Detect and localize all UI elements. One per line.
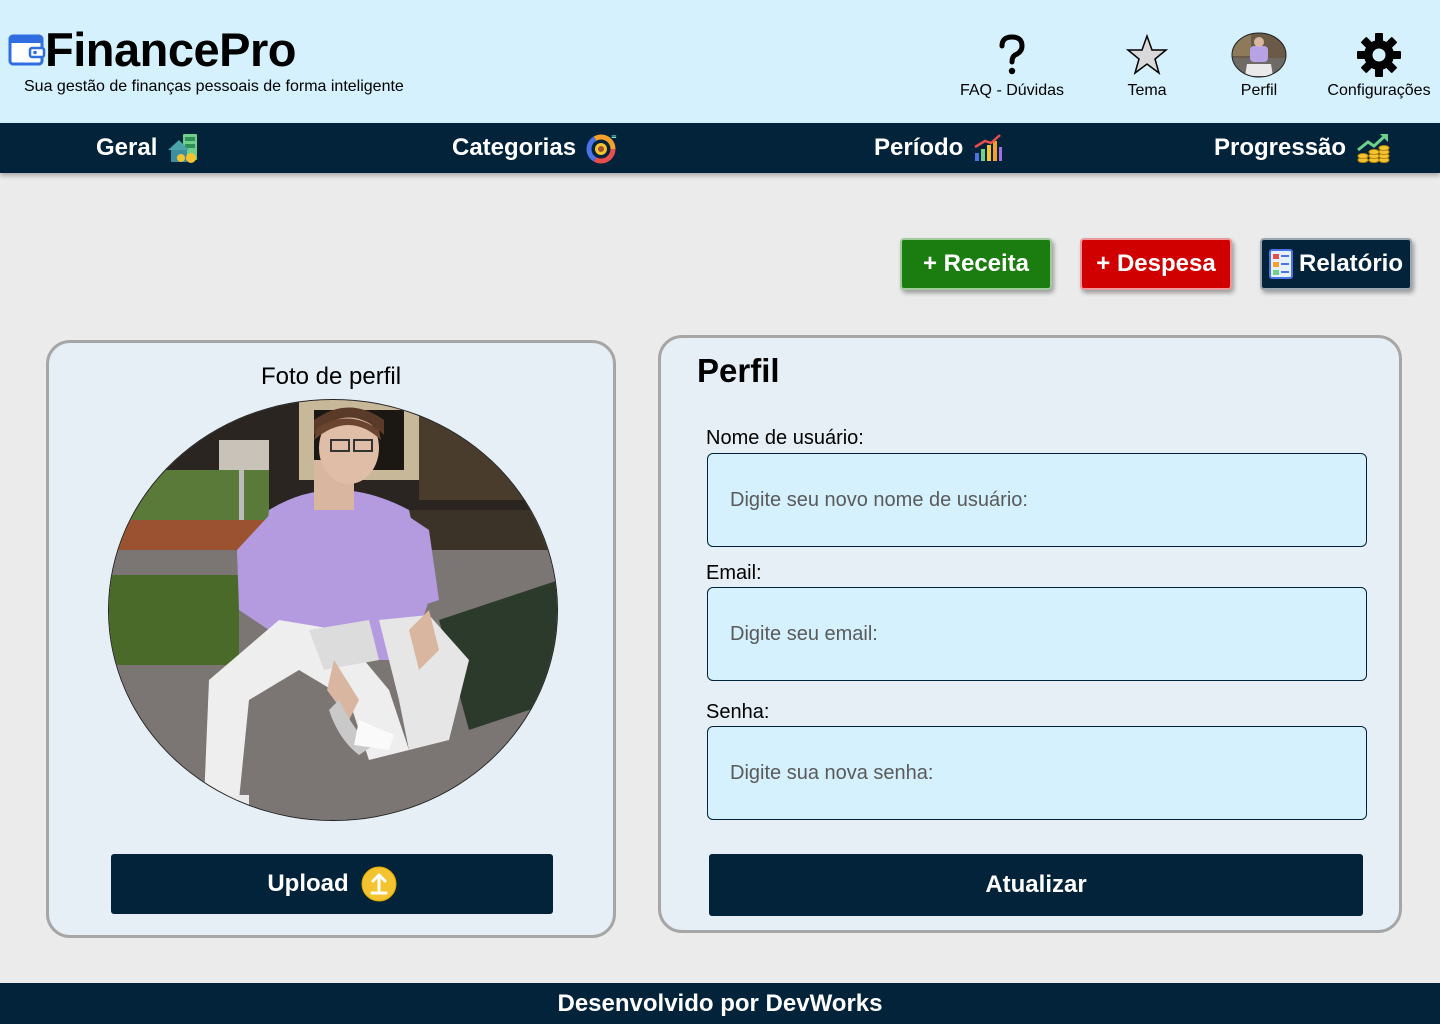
nav-item-periodo[interactable]: Período	[874, 123, 1003, 173]
photo-card-title: Foto de perfil	[260, 363, 402, 390]
profile-link[interactable]: Perfil	[1226, 30, 1292, 100]
wallet-icon	[8, 34, 46, 66]
upload-icon	[361, 866, 397, 902]
profile-photo	[108, 399, 558, 821]
email-input[interactable]	[707, 587, 1367, 681]
growth-coins-icon	[1357, 133, 1390, 163]
report-icon	[1268, 249, 1293, 279]
app-header: FinancePro Sua gestão de finanças pessoa…	[0, 0, 1440, 123]
add-receita-button[interactable]: + Receita	[900, 238, 1052, 290]
bar-chart-icon	[974, 134, 1003, 161]
app-title: FinancePro	[45, 23, 296, 76]
nav-label-categorias: Categorias	[452, 134, 577, 161]
nav-item-geral[interactable]: Geral	[96, 123, 199, 173]
email-label: Email:	[706, 562, 762, 584]
nav-label-geral: Geral	[96, 134, 158, 161]
settings-label: Configurações	[1327, 82, 1431, 99]
username-input[interactable]	[707, 453, 1367, 547]
theme-label: Tema	[1127, 82, 1167, 99]
relatorio-label: Relatório	[1298, 250, 1403, 277]
money-house-icon	[168, 134, 198, 163]
profile-form-card: Perfil Nome de usuário: Email: Senha: At…	[658, 335, 1402, 933]
faq-link[interactable]: FAQ - Dúvidas	[952, 30, 1072, 100]
password-label: Senha:	[706, 701, 770, 723]
settings-link[interactable]: Configurações	[1320, 30, 1438, 100]
pie-chart-icon: =	[586, 133, 617, 164]
update-button[interactable]: Atualizar	[709, 854, 1363, 916]
profile-label: Perfil	[1240, 82, 1278, 99]
footer: Desenvolvido por DevWorks	[0, 983, 1440, 1024]
upload-button[interactable]: Upload	[111, 854, 553, 914]
add-despesa-button[interactable]: + Despesa	[1080, 238, 1232, 290]
star-icon	[1112, 30, 1182, 80]
relatorio-button[interactable]: Relatório	[1260, 238, 1412, 290]
app-subtitle: Sua gestão de finanças pessoais de forma…	[24, 78, 404, 95]
nav-item-categorias[interactable]: Categorias =	[452, 123, 618, 173]
faq-label: FAQ - Dúvidas	[959, 82, 1065, 99]
theme-button[interactable]: Tema	[1112, 30, 1182, 100]
svg-text:=: =	[611, 133, 617, 141]
password-input[interactable]	[707, 726, 1367, 820]
upload-label: Upload	[267, 870, 349, 897]
username-label: Nome de usuário:	[706, 427, 864, 449]
main-nav: Geral Categorias = Período Progressão	[0, 123, 1440, 173]
avatar	[1231, 32, 1287, 78]
nav-label-progressao: Progressão	[1214, 134, 1347, 161]
nav-label-periodo: Período	[874, 134, 964, 161]
nav-item-progressao[interactable]: Progressão	[1214, 123, 1390, 173]
question-icon	[952, 30, 1072, 80]
profile-card-title: Perfil	[697, 352, 780, 389]
gear-icon	[1320, 30, 1438, 80]
profile-photo-card: Foto de perfil Upload	[46, 340, 616, 938]
